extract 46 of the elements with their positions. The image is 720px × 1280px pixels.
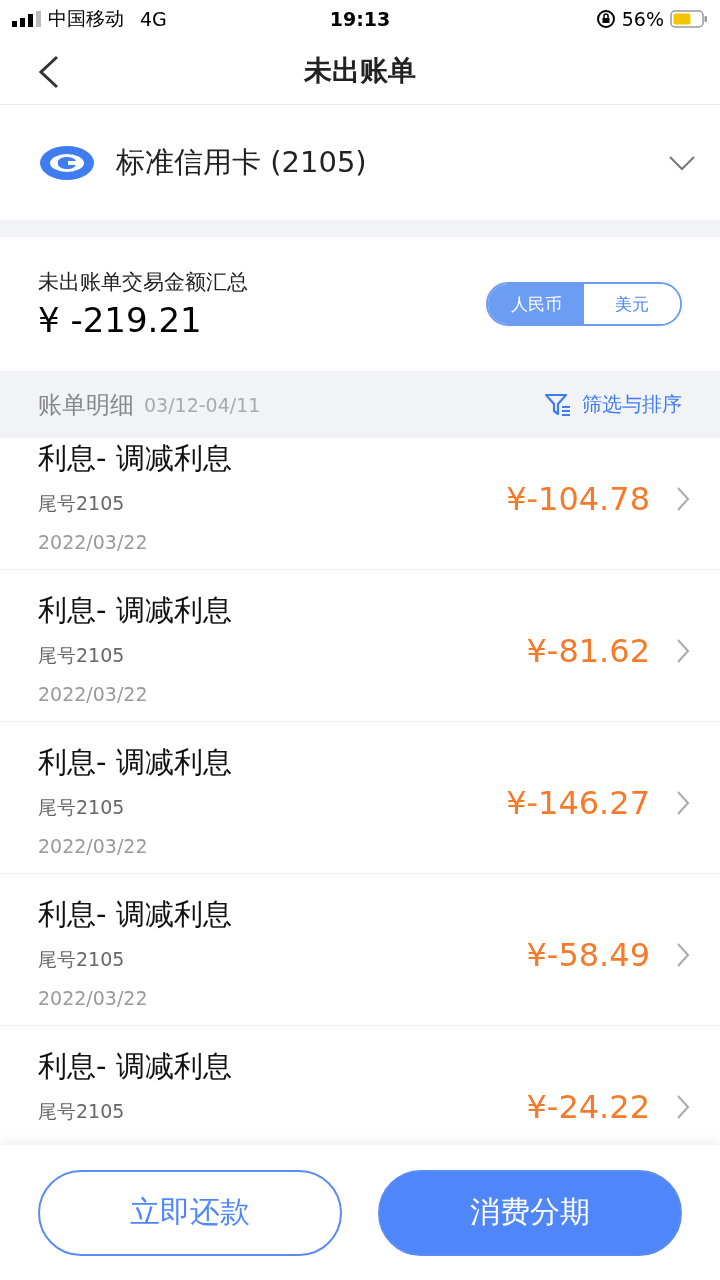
chevron-right-icon [676,486,690,512]
transaction-date: 2022/03/22 [38,530,149,554]
filter-sort-button[interactable]: 筛选与排序 [544,391,682,418]
chevron-right-icon [676,942,690,968]
card-name[interactable]: 标准信用卡 (2105) [116,142,648,183]
transaction-title: 利息- 调减利息 [38,1048,233,1084]
rotation-lock-icon [595,9,616,29]
back-icon[interactable] [38,55,60,89]
battery-icon [670,10,708,28]
transaction-amount: ¥-24.22 [526,1088,650,1126]
card-tail-number: 尾号2105 [38,947,126,971]
chevron-right-icon [676,1094,690,1120]
transaction-row[interactable]: 利息- 调减利息 尾号2105 2022/03/22 ¥-81.62 [0,570,720,722]
transaction-row[interactable]: 利息- 调减利息 尾号2105 2022/03/22 ¥-104.78 [0,438,720,570]
summary-amount: ¥ -219.21 [38,300,203,340]
transaction-amount: ¥-104.78 [506,480,650,518]
page-title: 未出账单 [304,53,416,89]
transaction-date: 2022/03/22 [38,834,149,858]
transaction-title: 利息- 调减利息 [38,592,233,628]
transaction-date: 2022/03/22 [38,682,149,706]
card-tail-number: 尾号2105 [38,491,126,515]
transaction-row[interactable]: 利息- 调减利息 尾号2105 2022/03/22 ¥-146.27 [0,722,720,874]
filter-icon [544,392,572,417]
card-tail-number: 尾号2105 [38,795,126,819]
transaction-title: 利息- 调减利息 [38,440,233,476]
summary-label: 未出账单交易金额汇总 [38,269,249,296]
chevron-right-icon [676,790,690,816]
transaction-amount: ¥-58.49 [526,936,650,974]
transaction-amount: ¥-146.27 [506,784,650,822]
detail-title: 账单明细 [38,389,134,421]
carrier: 中国移动 [48,6,124,31]
transaction-row[interactable]: 利息- 调减利息 尾号2105 2022/03/22 ¥-58.49 [0,874,720,1026]
transaction-title: 利息- 调减利息 [38,896,233,932]
chevron-down-icon[interactable] [668,154,696,171]
card-tail-number: 尾号2105 [38,1099,126,1123]
signal-icon [12,11,42,27]
chevron-right-icon [676,638,690,664]
transaction-date: 2022/03/22 [38,986,149,1010]
date-range: 03/12-04/11 [144,393,262,416]
clock: 19:13 [329,8,391,30]
network-type: 4G [140,8,167,30]
battery-percentage: 56% [621,8,664,30]
bank-logo-icon [38,143,96,182]
card-tail-number: 尾号2105 [38,643,126,667]
transaction-amount: ¥-81.62 [526,632,650,670]
transaction-title: 利息- 调减利息 [38,744,233,780]
